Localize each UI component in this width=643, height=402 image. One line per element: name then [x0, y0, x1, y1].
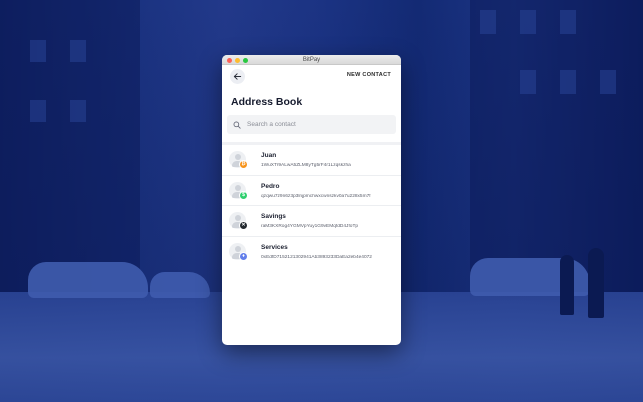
- bitcoin-icon: ₿: [239, 160, 248, 169]
- contact-address: 0xEdfD7152121302941Ab3893233DaEa2eb4e407…: [261, 254, 372, 260]
- title-bar[interactable]: BitPay: [222, 55, 401, 65]
- building-window: [520, 10, 536, 34]
- car: [28, 262, 148, 298]
- building-window: [30, 40, 46, 62]
- contact-name: Services: [261, 243, 288, 251]
- building-window: [480, 10, 496, 34]
- ethereum-icon: ♦: [239, 251, 248, 261]
- contact-name: Pedro: [261, 182, 280, 190]
- search-bar[interactable]: [227, 115, 396, 134]
- building-window: [30, 100, 46, 122]
- top-bar: NEW CONTACT: [222, 65, 401, 87]
- building-window: [520, 70, 536, 94]
- contact-address: qzqwu7z9n6z3p3lnjpmchwxcwnszkv0a7u228x5m…: [261, 193, 371, 199]
- app-window: BitPay NEW CONTACT Address Book ₿ Juan 1…: [222, 55, 401, 345]
- contact-row-services[interactable]: ♦ Services 0xEdfD7152121302941Ab3893233D…: [222, 237, 401, 268]
- car: [150, 272, 210, 298]
- building-window: [600, 70, 616, 94]
- pedestrian: [588, 248, 604, 318]
- contact-name: Juan: [261, 152, 277, 159]
- building-window: [70, 40, 86, 62]
- building-window: [560, 70, 576, 94]
- contact-list: ₿ Juan 1WuXTr9ALwA5ZLM8yTg5rF4r1Lzqskzha…: [222, 145, 401, 267]
- contact-address: raM3KXRog4YGMVpYuy1G9vEMqfdD4JfoTp: [261, 224, 359, 229]
- contact-row-pedro[interactable]: $ Pedro qzqwu7z9n6z3p3lnjpmchwxcwnszkv0a…: [222, 176, 401, 206]
- xrp-icon: ✕: [239, 221, 248, 230]
- pedestrian: [560, 255, 574, 315]
- building-window: [560, 10, 576, 34]
- window-title: BitPay: [302, 57, 321, 63]
- contact-name: Savings: [261, 213, 286, 220]
- contact-address: 1WuXTr9ALwA5ZLM8yTg5rF4r1Lzqskzha: [261, 163, 351, 168]
- search-input[interactable]: [247, 121, 377, 128]
- bitcoin-cash-icon: $: [239, 190, 248, 200]
- building: [470, 0, 643, 300]
- new-contact-button[interactable]: NEW CONTACT: [347, 72, 391, 78]
- arrow-left-icon: [233, 73, 242, 80]
- back-button[interactable]: [230, 69, 245, 84]
- contact-row-savings[interactable]: ✕ Savings raM3KXRog4YGMVpYuy1G9vEMqfdD4J…: [222, 206, 401, 237]
- search-icon: [233, 121, 241, 129]
- page-title: Address Book: [231, 96, 303, 108]
- contact-row-juan[interactable]: ₿ Juan 1WuXTr9ALwA5ZLM8yTg5rF4r1Lzqskzha: [222, 145, 401, 176]
- building-window: [70, 100, 86, 122]
